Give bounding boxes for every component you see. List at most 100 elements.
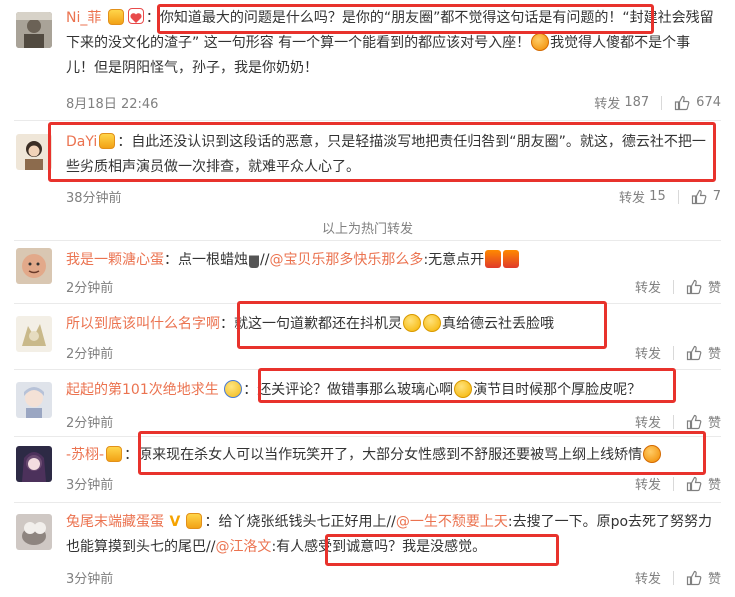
comment-actions: 转发 15 7 [619, 187, 721, 206]
username-link[interactable]: Ni_菲 [66, 10, 101, 26]
like-button[interactable]: 7 [691, 189, 721, 205]
avatar-image-icon [16, 382, 52, 418]
comment-meta: 3分钟前 转发 赞 [66, 474, 721, 494]
username-link[interactable]: 所以到底该叫什么名字啊 [66, 316, 220, 332]
verified-v-icon: V [169, 514, 181, 530]
like-button[interactable]: 赞 [686, 568, 721, 587]
divider [14, 120, 721, 121]
avatar[interactable] [16, 382, 52, 418]
mention-link[interactable]: @一生不颓要上天 [396, 514, 508, 530]
divider [14, 303, 721, 304]
comment-text: 兔尾末端藏蛋蛋 V ：给丫烧张纸钱头七正好用上//@一生不颓要上天:去搜了一下。原… [66, 510, 718, 560]
smirk-emoji-icon [403, 314, 421, 332]
like-button[interactable]: 赞 [686, 277, 721, 296]
repost-button[interactable]: 转发 [635, 474, 661, 493]
avatar-image-icon [16, 446, 52, 482]
avatar-image-icon [16, 316, 52, 352]
comment-text: 起起的第101次绝地求生 ：还关评论？做错事那么玻璃心啊 演节目时候那个厚脸皮呢？ [66, 380, 642, 398]
angry-emoji-icon [531, 33, 550, 51]
comment-actions: 转发 赞 [635, 343, 721, 362]
timestamp: 38分钟前 [66, 191, 122, 206]
username-link[interactable]: DaYi [66, 134, 97, 150]
vip-badge-icon [106, 446, 123, 462]
comment-body-part: 真给德云社丢脸哦 [442, 316, 554, 332]
avatar[interactable] [16, 316, 52, 352]
comment-text: -苏栩- ：原来现在杀女人可以当作玩笑开了，大部分女性感到不舒服还要被骂上纲上线矫… [66, 443, 718, 468]
timestamp: 8月18日 22:46 [66, 97, 159, 112]
avatar[interactable] [16, 446, 52, 482]
comment-body-part: 就这一句道歉都还在抖机灵 [234, 316, 402, 332]
comment-meta: 38分钟前 转发 15 7 [66, 187, 721, 207]
comment-body-part: 演节目时候那个厚脸皮呢？ [473, 382, 642, 398]
mention-link[interactable]: @江洛文 [215, 539, 271, 555]
like-label: 赞 [707, 281, 721, 296]
heart-badge-icon [127, 8, 144, 24]
smirk-emoji-icon [423, 314, 441, 332]
avatar[interactable] [16, 248, 52, 284]
repost-label: 转发 [594, 97, 621, 112]
comment-body-part: :有人感受到诚意吗？我是没感觉。 [271, 539, 487, 555]
action-divider [672, 279, 674, 294]
avatar[interactable] [16, 134, 52, 170]
lightbulb-badge-icon [224, 380, 243, 398]
repost-label: 转发 [634, 347, 661, 362]
thumbs-up-icon [686, 279, 702, 294]
mention-link[interactable]: @宝贝乐那多快乐那么多 [269, 252, 423, 268]
thumbs-up-icon [675, 95, 690, 110]
smile-emoji-icon [454, 380, 473, 398]
comment-meta: 8月18日 22:46 转发 187 674 [66, 93, 721, 113]
repost-button[interactable]: 转发 [635, 343, 661, 362]
like-label: 赞 [707, 572, 721, 587]
username-link[interactable]: 我是一颗溏心蛋 [66, 252, 164, 268]
comment-body-part: 给丫烧张纸钱头七正好用上// [218, 514, 396, 530]
comment-meta: 2分钟前 转发 赞 [66, 412, 721, 432]
repost-button[interactable]: 转发 187 [594, 93, 649, 112]
vip-badge-icon [107, 9, 124, 25]
avatar[interactable] [16, 514, 52, 550]
action-divider [677, 189, 679, 204]
like-button[interactable]: 赞 [686, 474, 721, 493]
candle-emoji-icon [503, 250, 520, 268]
like-label: 赞 [707, 478, 721, 493]
timestamp: 2分钟前 [66, 347, 114, 362]
comment-meta: 2分钟前 转发 赞 [66, 343, 721, 363]
repost-label: 转发 [634, 572, 661, 587]
like-button[interactable]: 赞 [686, 412, 721, 431]
like-label: 赞 [707, 416, 721, 431]
comment-actions: 转发 赞 [635, 412, 721, 431]
repost-count: 15 [649, 189, 666, 204]
comment-actions: 转发 赞 [635, 568, 721, 587]
avatar-image-icon [16, 12, 52, 48]
action-divider [672, 345, 674, 360]
annoyed-emoji-icon [643, 445, 662, 463]
comment-body-part: 原来现在杀女人可以当作玩笑开了，大部分女性感到不舒服还要被骂上纲上线矫情 [138, 447, 643, 463]
like-count: 7 [712, 189, 721, 204]
comment-body-part: 你知道最大的问题是什么吗？是你的“朋友圈”都不觉得这句话是有问题的！ [159, 10, 623, 26]
like-button[interactable]: 674 [674, 95, 721, 111]
comment-meta: 2分钟前 转发 赞 [66, 277, 721, 297]
vip-badge-icon [99, 133, 116, 149]
repost-button[interactable]: 转发 [635, 277, 661, 296]
avatar[interactable] [16, 12, 52, 48]
username-link[interactable]: -苏栩- [66, 447, 104, 463]
username-link[interactable]: 起起的第101次绝地求生 [66, 382, 219, 398]
comment-text: DaYi ：自此还没认识到这段话的恶意，只是轻描淡写地把责任归咎到“朋友圈”。就这… [66, 133, 706, 175]
repost-button[interactable]: 转发 [635, 568, 661, 587]
repost-count: 187 [624, 95, 650, 110]
comment-text: 所以到底该叫什么名字啊：就这一句道歉都还在抖机灵 真给德云社丢脸哦 [66, 314, 554, 332]
username-link[interactable]: 兔尾末端藏蛋蛋 [66, 514, 164, 530]
comment-body-part: 还关评论？做错事那么玻璃心啊 [257, 382, 454, 398]
like-button[interactable]: 赞 [686, 343, 721, 362]
repost-button[interactable]: 转发 [635, 412, 661, 431]
timestamp: 3分钟前 [66, 572, 114, 587]
repost-comment-feed: Ni_菲 ：你知道最大的问题是什么吗？是你的“朋友圈”都不觉得这句话是有问题的！… [0, 0, 735, 597]
repost-label: 转发 [619, 191, 646, 206]
thumbs-up-icon [686, 570, 702, 585]
action-divider [661, 95, 663, 110]
timestamp: 3分钟前 [66, 478, 114, 493]
avatar-image-icon [16, 514, 52, 550]
repost-button[interactable]: 转发 15 [619, 187, 666, 206]
timestamp: 2分钟前 [66, 281, 114, 296]
thumbs-up-icon [686, 476, 702, 491]
thumbs-up-icon [686, 414, 702, 429]
